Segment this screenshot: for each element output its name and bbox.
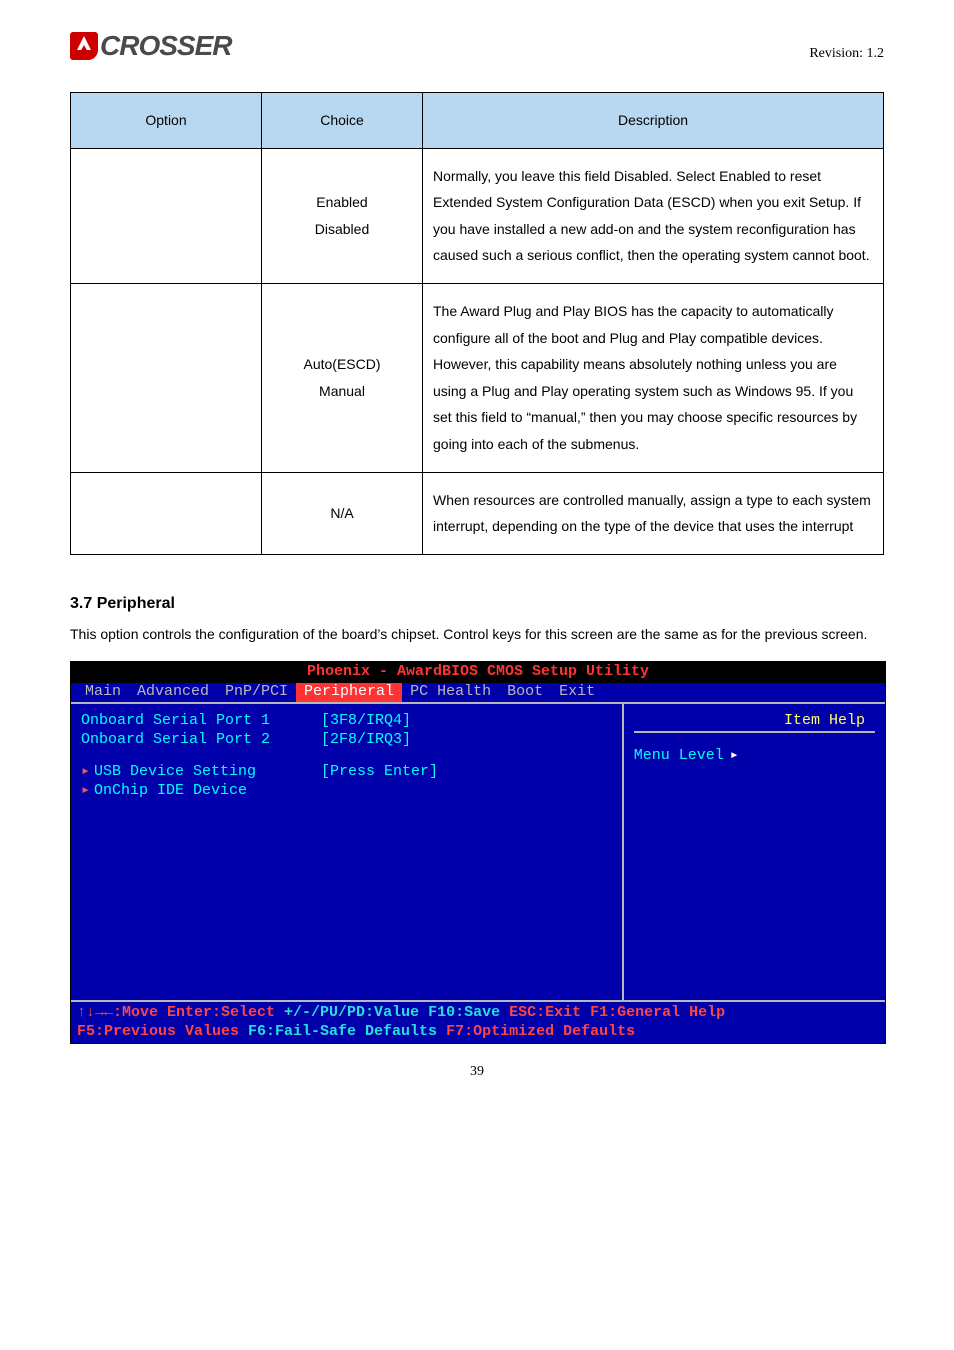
- section-heading: 3.7 Peripheral: [70, 595, 884, 613]
- brand-logo: CROSSER: [70, 30, 231, 62]
- footer-optimized: F7:Optimized Defaults: [446, 1023, 635, 1040]
- bios-menu-item[interactable]: Main: [77, 683, 129, 702]
- bios-submenu-label: ▸USB Device Setting: [81, 763, 321, 782]
- bios-setting-value: [3F8/IRQ4]: [321, 712, 411, 731]
- cell-description: When resources are controlled manually, …: [423, 472, 884, 554]
- bios-submenu-row[interactable]: ▸OnChip IDE Device: [81, 782, 612, 801]
- triangle-right-icon: ▸: [730, 747, 739, 764]
- bios-menu-item[interactable]: Exit: [551, 683, 603, 702]
- footer-exit-keys: ESC:Exit F1:General Help: [509, 1004, 725, 1021]
- bios-submenu-row[interactable]: ▸USB Device Setting [Press Enter]: [81, 763, 612, 782]
- bios-menu-level: Menu Level▸: [634, 747, 875, 766]
- bios-menu-item[interactable]: PnP/PCI: [217, 683, 296, 702]
- table-row: Auto(ESCD) Manual The Award Plug and Pla…: [71, 283, 884, 472]
- footer-value-keys: +/-/PU/PD:Value F10:Save: [284, 1004, 509, 1021]
- bios-settings-pane: Onboard Serial Port 1 [3F8/IRQ4] Onboard…: [71, 704, 624, 1000]
- bios-footer: ↑↓→←:Move Enter:Select +/-/PU/PD:Value F…: [71, 1000, 885, 1044]
- col-header-option: Option: [71, 93, 262, 149]
- footer-failsafe: F6:Fail-Safe Defaults: [248, 1023, 446, 1040]
- bios-title: Phoenix - AwardBIOS CMOS Setup Utility: [71, 662, 885, 683]
- cell-option: [71, 472, 262, 554]
- bios-menu-bar: Main Advanced PnP/PCI Peripheral PC Heal…: [71, 683, 885, 702]
- table-row: Enabled Disabled Normally, you leave thi…: [71, 148, 884, 283]
- bios-menu-item[interactable]: Advanced: [129, 683, 217, 702]
- options-table: Option Choice Description Enabled Disabl…: [70, 92, 884, 555]
- cell-description: Normally, you leave this field Disabled.…: [423, 148, 884, 283]
- bios-screenshot: Phoenix - AwardBIOS CMOS Setup Utility M…: [70, 661, 886, 1044]
- revision-text: Revision: 1.2: [809, 46, 884, 62]
- logo-mark-icon: [70, 32, 98, 60]
- cell-option: [71, 283, 262, 472]
- bios-setting-row[interactable]: Onboard Serial Port 1 [3F8/IRQ4]: [81, 712, 612, 731]
- logo-text: CROSSER: [100, 30, 231, 62]
- bios-menu-item[interactable]: PC Health: [402, 683, 499, 702]
- bios-setting-value: [2F8/IRQ3]: [321, 731, 411, 750]
- table-row: N/A When resources are controlled manual…: [71, 472, 884, 554]
- cell-choice: Enabled Disabled: [262, 148, 423, 283]
- footer-nav-keys: ↑↓→←:Move Enter:Select: [77, 1004, 284, 1021]
- cell-option: [71, 148, 262, 283]
- col-header-description: Description: [423, 93, 884, 149]
- section-intro: This option controls the configuration o…: [70, 621, 884, 648]
- bios-submenu-value: [Press Enter]: [321, 763, 438, 782]
- bios-setting-label: Onboard Serial Port 2: [81, 731, 321, 750]
- bios-setting-label: Onboard Serial Port 1: [81, 712, 321, 731]
- bios-help-title: Item Help: [634, 712, 875, 731]
- cell-description: The Award Plug and Play BIOS has the cap…: [423, 283, 884, 472]
- cell-choice: Auto(ESCD) Manual: [262, 283, 423, 472]
- bios-submenu-label: ▸OnChip IDE Device: [81, 782, 321, 801]
- triangle-right-icon: ▸: [81, 782, 90, 799]
- page-number: 39: [70, 1064, 884, 1080]
- bios-menu-item-active[interactable]: Peripheral: [296, 683, 402, 702]
- cell-choice: N/A: [262, 472, 423, 554]
- bios-menu-item[interactable]: Boot: [499, 683, 551, 702]
- triangle-right-icon: ▸: [81, 763, 90, 780]
- bios-help-pane: Item Help Menu Level▸: [624, 704, 885, 1000]
- col-header-choice: Choice: [262, 93, 423, 149]
- footer-prev-values: F5:Previous Values: [77, 1023, 248, 1040]
- bios-setting-row[interactable]: Onboard Serial Port 2 [2F8/IRQ3]: [81, 731, 612, 750]
